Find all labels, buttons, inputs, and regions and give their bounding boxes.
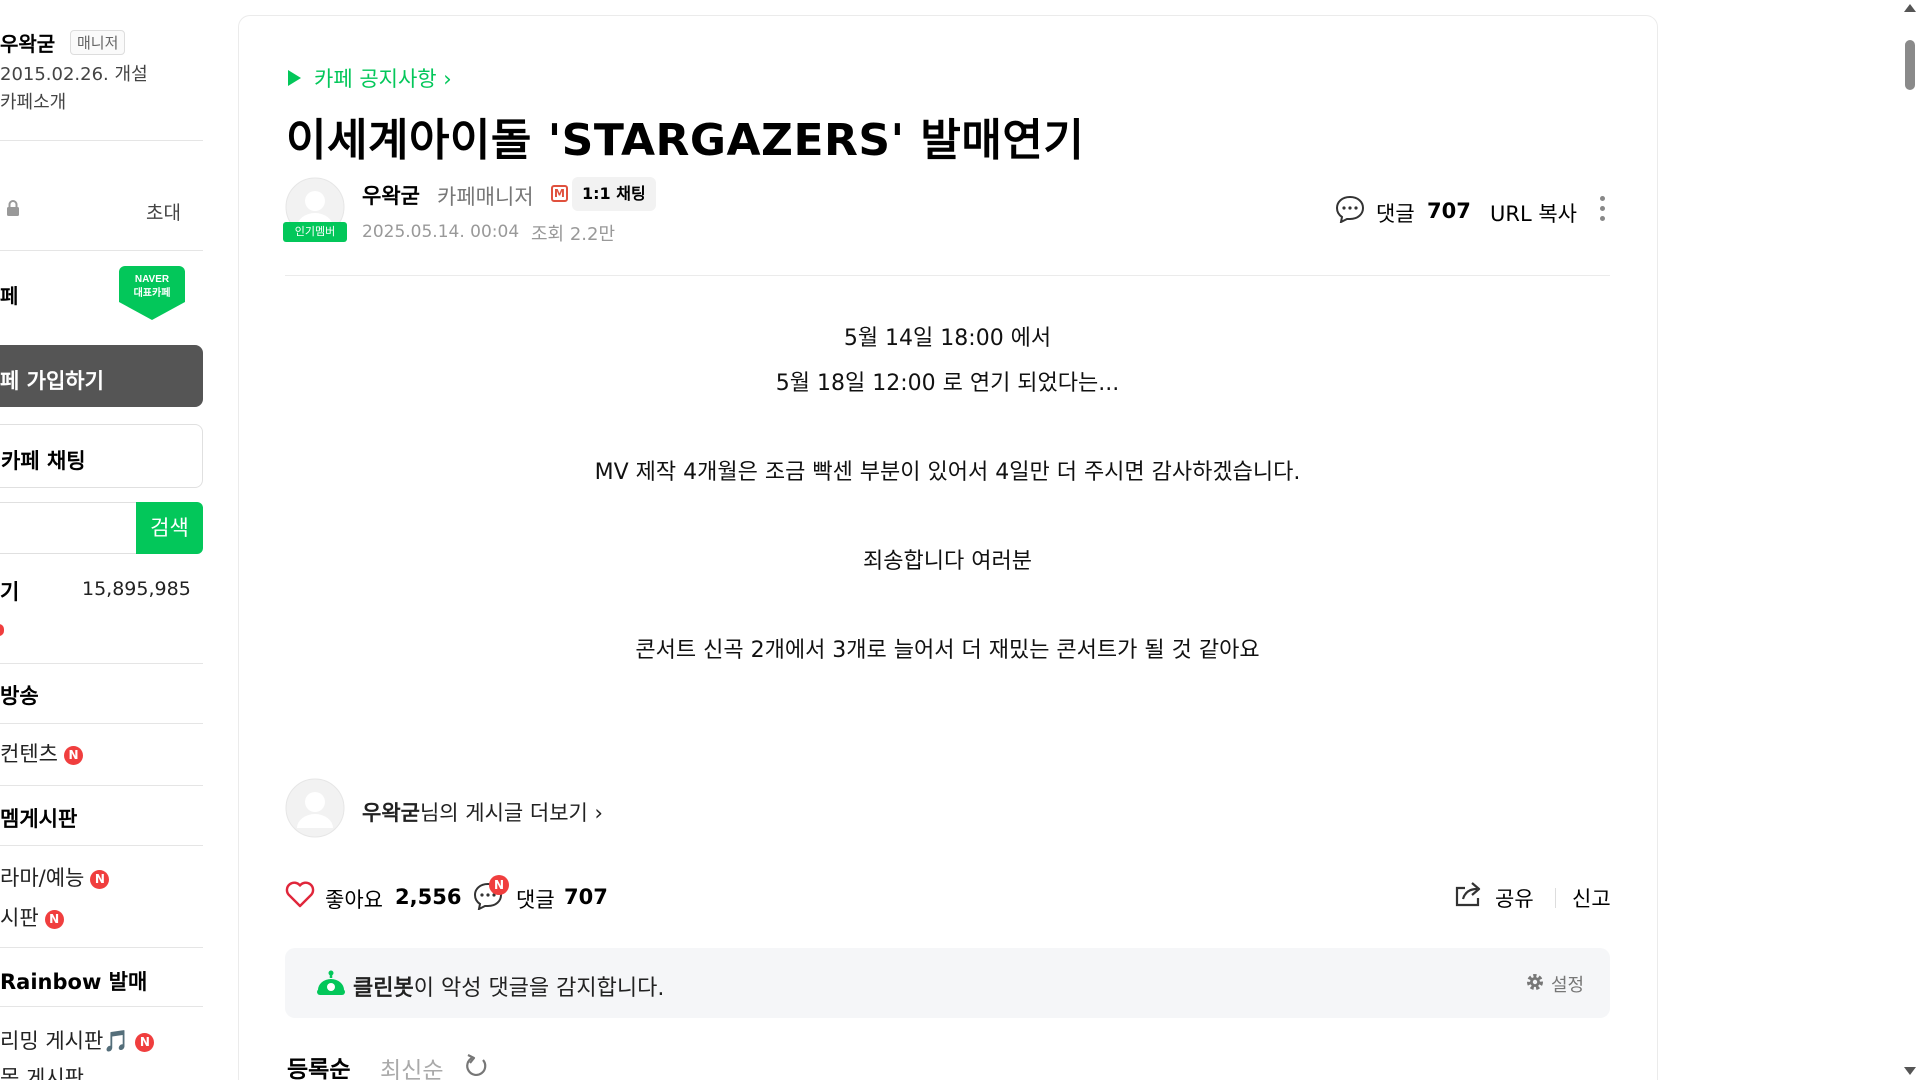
scrollbar-thumb[interactable] <box>1905 40 1915 90</box>
post-body-line: MV 제작 4개월은 조금 빡센 부분이 있어서 4일만 더 주시면 감사하겠습… <box>594 460 1301 485</box>
divider <box>0 785 203 786</box>
comment-label[interactable]: 댓글 <box>516 884 555 914</box>
sort-newest-tab[interactable]: 최신순 <box>380 1051 443 1080</box>
members-label: 기 <box>0 580 20 604</box>
cleanbot-name: 클린봇 <box>353 976 414 1001</box>
divider <box>0 947 203 948</box>
post-body-line: 5월 14일 18:00 에서 <box>843 326 1052 351</box>
post-views: 조회 2.2만 <box>531 224 616 245</box>
divider <box>0 1006 203 1007</box>
naver-representative-cafe-badge: NAVER 대표카페 <box>119 266 185 320</box>
join-cafe-button[interactable]: 페 가입하기 <box>0 345 203 407</box>
cleanbot-text: 클린봇이 악성 댓글을 감지합니다. <box>353 970 664 1002</box>
comment-count: 707 <box>564 885 608 909</box>
share-button[interactable]: 공유 <box>1495 883 1534 913</box>
more-posts-author: 우왁굳 <box>362 801 420 825</box>
comment-link-label[interactable]: 댓글 <box>1376 198 1415 228</box>
new-indicator <box>0 624 4 636</box>
vertical-scrollbar[interactable] <box>1900 0 1920 1080</box>
menu-item-board[interactable]: 시판 N <box>0 902 64 932</box>
gear-icon[interactable] <box>1525 972 1545 992</box>
new-badge: N <box>135 1032 155 1052</box>
menu-item-label: 시판 <box>0 906 39 930</box>
menu-item-contents[interactable]: 컨텐츠 N <box>0 738 83 768</box>
menu-group-member-board[interactable]: 멤게시판 <box>0 803 77 833</box>
new-comment-badge: N <box>489 875 509 895</box>
lock-icon <box>7 200 19 216</box>
search-button[interactable]: 검색 <box>136 502 203 554</box>
menu-item-label: 리밍 게시판🎵 <box>0 1029 130 1053</box>
post-date: 2025.05.14. 00:04 <box>362 222 520 242</box>
members-count: 15,895,985 <box>82 578 191 600</box>
cafe-rank-label: 페 <box>0 284 19 308</box>
cafe-founded-date: 2015.02.26. 개설 <box>0 64 148 85</box>
more-posts-link[interactable]: 우왁굳님의 게시글 더보기 › <box>362 797 603 827</box>
post-title: 이세계아이돌 'STARGAZERS' 발매연기 <box>286 115 1085 166</box>
post-body-line: 5월 18일 12:00 로 연기 되었다는... <box>775 371 1120 396</box>
divider <box>0 663 203 664</box>
heart-icon[interactable] <box>285 880 315 908</box>
author-role: 카페매니저 <box>437 185 534 209</box>
url-copy-button[interactable]: URL 복사 <box>1490 198 1577 228</box>
cleanbot-icon <box>317 970 345 995</box>
new-badge: N <box>44 909 64 929</box>
share-icon[interactable] <box>1453 880 1483 908</box>
divider <box>0 250 203 251</box>
menu-item-label: 컨텐츠 <box>0 742 58 766</box>
cafe-post-page: 우왁굳 매니저 2015.02.26. 개설 카페소개 초대 페 NAVER 대… <box>0 0 1920 1080</box>
divider <box>0 845 203 846</box>
scroll-down-arrow-icon[interactable] <box>1904 1067 1916 1075</box>
new-badge: N <box>63 745 83 765</box>
post-body-line: 콘서트 신곡 2개에서 3개로 늘어서 더 재밌는 콘서트가 될 것 같아요 <box>635 638 1260 663</box>
scroll-up-arrow-icon[interactable] <box>1904 4 1916 12</box>
manager-name[interactable]: 우왁굳 <box>0 28 55 57</box>
cleanbot-notice: 클린봇이 악성 댓글을 감지합니다. 설정 <box>285 948 1610 1018</box>
play-arrow-icon <box>288 70 301 86</box>
cleanbot-message: 이 악성 댓글을 감지합니다. <box>413 976 665 1001</box>
menu-group-broadcast[interactable]: 방송 <box>0 680 39 710</box>
cafe-search-input[interactable] <box>0 502 136 554</box>
one-on-one-chat-button[interactable]: 1:1 채팅 <box>572 177 656 211</box>
naver-badge-line2: 대표카페 <box>134 286 171 299</box>
breadcrumb[interactable]: 카페 공지사항 › <box>314 63 452 93</box>
cafe-about-link[interactable]: 카페소개 <box>0 88 66 114</box>
menu-item-streaming-board[interactable]: 리밍 게시판🎵 N <box>0 1025 155 1055</box>
divider <box>1555 888 1556 908</box>
cafe-sidebar: 우왁굳 매니저 2015.02.26. 개설 카페소개 초대 페 NAVER 대… <box>0 0 204 1080</box>
manager-badge: 매니저 <box>70 30 126 55</box>
menu-group-rainbow[interactable]: Rainbow 발매 <box>0 966 147 996</box>
cafe-chat-button[interactable]: 카페 채팅 <box>0 424 203 488</box>
more-options-icon[interactable] <box>1599 196 1607 224</box>
new-badge: N <box>90 869 110 889</box>
post-body-line: 죄송합니다 여러분 <box>863 549 1032 574</box>
menu-item-label: 라마/예능 <box>0 866 85 890</box>
menu-item-list-board[interactable]: 목 게시판 <box>0 1062 84 1080</box>
header-divider <box>285 275 1610 276</box>
more-posts-suffix: 님의 게시글 더보기 › <box>419 801 603 825</box>
like-count: 2,556 <box>395 885 462 909</box>
author-avatar[interactable] <box>285 778 345 838</box>
refresh-icon[interactable] <box>463 1053 489 1079</box>
author-name[interactable]: 우왁굳 <box>362 180 420 210</box>
invite-link[interactable]: 초대 <box>146 198 181 225</box>
comment-icon[interactable] <box>1335 195 1365 223</box>
report-button[interactable]: 신고 <box>1572 883 1611 913</box>
naver-badge-line1: NAVER <box>135 274 170 285</box>
menu-item-drama-variety[interactable]: 라마/예능 N <box>0 862 110 892</box>
comment-count: 707 <box>1427 199 1471 223</box>
cleanbot-settings-button[interactable]: 설정 <box>1551 971 1584 997</box>
sort-registered-tab[interactable]: 등록순 <box>287 1050 350 1080</box>
divider <box>0 723 203 724</box>
manager-icon: M <box>551 185 568 202</box>
like-label[interactable]: 좋아요 <box>325 884 383 914</box>
popular-member-badge: 인기멤버 <box>283 222 347 242</box>
divider <box>0 140 203 141</box>
